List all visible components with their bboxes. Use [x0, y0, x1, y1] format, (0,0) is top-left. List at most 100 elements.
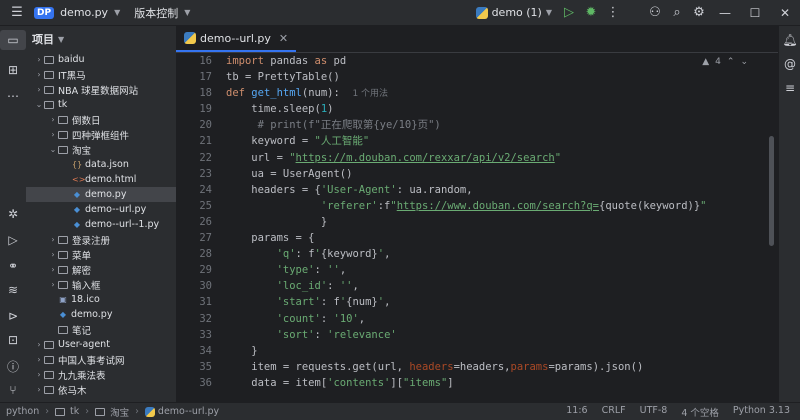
line-number: 21 — [199, 135, 212, 148]
tree-item[interactable]: › 登录注册 — [26, 232, 176, 247]
vcs-label[interactable]: 版本控制 — [134, 5, 178, 21]
panel-title[interactable]: 项目 — [32, 31, 54, 47]
project-name[interactable]: demo.py — [60, 6, 108, 19]
chevron-right-icon[interactable]: › — [34, 70, 44, 79]
python-console-icon[interactable]: ⚭ — [0, 256, 26, 276]
chevron-down-icon[interactable]: ⌄ — [34, 100, 44, 109]
line-number-gutter: 16 17 18 19 20 21 22 23 24 25 26 27 28 29 30 31 32 33 34 35… — [176, 53, 226, 391]
right-tool-strip: 🔔︎ @ ≡ — [778, 26, 800, 402]
chevron-right-icon[interactable]: › — [48, 265, 58, 274]
tree-item[interactable]: › 四种弹框组件 — [26, 127, 176, 142]
chevron-right-icon: › — [45, 406, 50, 417]
structure-icon[interactable]: ⊞ — [0, 60, 26, 80]
chevron-right-icon[interactable]: › — [34, 355, 44, 364]
git-icon[interactable]: ⑂ — [0, 380, 26, 400]
breadcrumb-item[interactable]: 淘宝 — [110, 405, 129, 419]
tree-item[interactable]: › NBA 球星数据网站 — [26, 82, 176, 97]
more-icon[interactable]: ⋮ — [602, 2, 624, 24]
caret-position[interactable]: 11:6 — [566, 405, 587, 419]
tree-item[interactable]: › baidu — [26, 52, 176, 67]
file-encoding[interactable]: UTF-8 — [640, 405, 668, 419]
tree-item-label: 登录注册 — [72, 235, 111, 247]
chevron-right-icon[interactable]: › — [48, 235, 58, 244]
more-tools-icon[interactable]: ⋯ — [0, 86, 26, 106]
line-number: 24 — [199, 183, 212, 196]
tree-item[interactable]: <> demo.html — [26, 172, 176, 187]
chevron-right-icon[interactable]: › — [34, 385, 44, 394]
editor-scrollbar[interactable] — [769, 136, 774, 246]
chevron-right-icon[interactable]: › — [48, 130, 58, 139]
tree-item[interactable]: › IT黑马 — [26, 67, 176, 82]
chevron-right-icon[interactable]: › — [48, 250, 58, 259]
tree-item[interactable]: › 中国人事考试网 — [26, 352, 176, 367]
main-menu-icon[interactable]: ☰ — [6, 2, 28, 24]
chevron-down-icon[interactable]: ▼ — [58, 35, 64, 44]
tree-item[interactable]: ◆ demo.py — [26, 187, 176, 202]
breadcrumb-item[interactable]: python — [6, 406, 39, 417]
code-line: headers = {'User-Agent': ua.random, — [226, 183, 473, 196]
add-user-icon[interactable]: ⚇ — [644, 2, 666, 24]
chevron-right-icon[interactable]: › — [48, 280, 58, 289]
chevron-down-icon[interactable]: ▼ — [114, 8, 120, 17]
tree-item[interactable]: ▣ 18.ico — [26, 292, 176, 307]
ai-assistant-icon[interactable]: @ — [779, 54, 800, 74]
tree-item-label: 解密 — [72, 265, 92, 277]
gear-icon[interactable]: ⚙ — [688, 2, 710, 24]
line-separator[interactable]: CRLF — [602, 405, 626, 419]
layers-icon[interactable]: ≋ — [0, 280, 26, 300]
chevron-right-icon[interactable]: › — [34, 340, 44, 349]
tree-item[interactable]: › 九九乘法表 — [26, 367, 176, 382]
tree-item[interactable]: › 菜单 — [26, 247, 176, 262]
chevron-right-icon[interactable]: › — [48, 115, 58, 124]
tree-item-label: NBA 球星数据网站 — [58, 85, 139, 97]
problems-icon[interactable]: ⓘ — [0, 356, 26, 376]
tab-demo-url-py[interactable]: demo--url.py ✕ — [176, 26, 297, 52]
chevron-right-icon[interactable]: › — [34, 85, 44, 94]
tree-item-label: 18.ico — [71, 294, 100, 305]
maximize-button[interactable]: ☐ — [740, 6, 770, 20]
python-interpreter[interactable]: Python 3.13 — [733, 405, 790, 419]
folder-icon — [44, 70, 54, 79]
run-tool-icon[interactable]: ▷ — [0, 230, 26, 250]
search-icon[interactable]: ⌕ — [666, 2, 688, 24]
editor-area: demo--url.py ✕ ▲ 4 ⌃ ⌄ 16 17 18 19 20 21 22 23 2… — [176, 26, 778, 402]
run-icon[interactable]: ▷ — [558, 2, 580, 24]
python-file-icon: ◆ — [73, 220, 81, 229]
tree-item-label: 倒数日 — [72, 115, 101, 127]
tree-item[interactable]: ⌄ tk — [26, 97, 176, 112]
debug-icon[interactable]: ✹ — [580, 2, 602, 24]
close-button[interactable]: ✕ — [770, 6, 800, 20]
code-line: keyword = "人工智能" — [226, 135, 370, 148]
services-icon[interactable]: ⊳ — [0, 306, 26, 326]
breadcrumb-item[interactable]: demo--url.py — [158, 406, 219, 417]
indent-setting[interactable]: 4 个空格 — [681, 405, 719, 419]
tree-item[interactable]: › 倒数日 — [26, 112, 176, 127]
minimize-button[interactable]: — — [710, 6, 740, 20]
python-file-icon: ◆ — [73, 205, 81, 214]
breadcrumb-item[interactable]: tk — [70, 406, 79, 417]
chevron-down-icon[interactable]: ⌄ — [48, 145, 58, 154]
tree-item[interactable]: › 解密 — [26, 262, 176, 277]
tree-item[interactable]: 笔记 — [26, 322, 176, 337]
tree-item[interactable]: ◆ demo--url--1.py — [26, 217, 176, 232]
folder-icon — [58, 130, 68, 139]
tree-item[interactable]: › 输入框 — [26, 277, 176, 292]
tree-item[interactable]: ◆ demo--url.py — [26, 202, 176, 217]
run-config-selector[interactable]: demo (1) ▼ — [475, 6, 552, 19]
tree-item[interactable]: {} data.json — [26, 157, 176, 172]
database-icon[interactable]: ≡ — [779, 78, 800, 98]
code-view[interactable]: import pandas as pd tb = PrettyTable() d… — [226, 53, 766, 391]
chevron-down-icon[interactable]: ▼ — [184, 8, 190, 17]
notifications-icon[interactable]: 🔔︎ — [779, 30, 800, 50]
chevron-right-icon[interactable]: › — [34, 370, 44, 379]
bug-icon[interactable]: ✲ — [0, 204, 26, 224]
chevron-right-icon[interactable]: › — [34, 55, 44, 64]
project-folder-icon[interactable]: ▭ — [0, 30, 26, 50]
tree-item[interactable]: › 依马木 — [26, 382, 176, 397]
tree-item[interactable]: ⌄ 淘宝 — [26, 142, 176, 157]
terminal-icon[interactable]: ⊡ — [0, 330, 26, 350]
tree-item[interactable]: › User-agent — [26, 337, 176, 352]
close-tab-icon[interactable]: ✕ — [279, 32, 288, 45]
tree-item[interactable]: ◆ demo.py — [26, 307, 176, 322]
line-number: 26 — [199, 215, 212, 228]
